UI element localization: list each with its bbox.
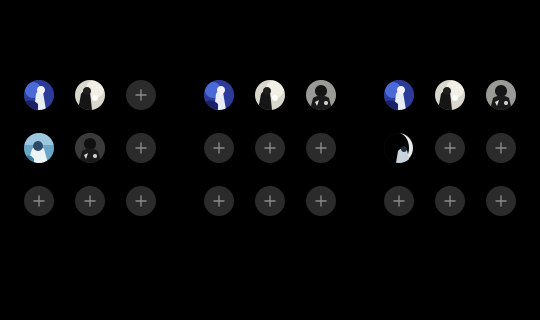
plus-icon	[84, 195, 96, 207]
plus-icon	[495, 142, 507, 154]
avatar-photo-crescent-icon	[384, 133, 414, 163]
add-slot[interactable]	[306, 133, 336, 163]
avatar-photo-slot[interactable]	[255, 80, 285, 110]
avatar-photo-moon-icon	[255, 80, 285, 110]
avatar-photo-blue-icon	[384, 80, 414, 110]
add-slot[interactable]	[435, 133, 465, 163]
add-slot[interactable]	[75, 186, 105, 216]
avatar-photo-dark-icon	[306, 80, 336, 110]
plus-icon	[135, 142, 147, 154]
avatar-photo-blue-icon	[24, 80, 54, 110]
avatar-photo-slot[interactable]	[486, 80, 516, 110]
avatar-photo-slot[interactable]	[306, 80, 336, 110]
add-slot[interactable]	[126, 80, 156, 110]
avatar-photo-dark-icon	[486, 80, 516, 110]
avatar-photo-slot[interactable]	[204, 80, 234, 110]
add-slot[interactable]	[126, 133, 156, 163]
add-slot[interactable]	[24, 186, 54, 216]
add-slot[interactable]	[486, 133, 516, 163]
plus-icon	[213, 195, 225, 207]
avatar-photo-moon-icon	[435, 80, 465, 110]
avatar-photo-slot[interactable]	[24, 80, 54, 110]
add-slot[interactable]	[486, 186, 516, 216]
avatar-photo-dark-icon	[75, 133, 105, 163]
plus-icon	[264, 195, 276, 207]
plus-icon	[444, 195, 456, 207]
plus-icon	[315, 142, 327, 154]
avatar-photo-slot[interactable]	[384, 80, 414, 110]
add-slot[interactable]	[435, 186, 465, 216]
plus-icon	[213, 142, 225, 154]
plus-icon	[264, 142, 276, 154]
avatar-grid-panel-3	[360, 0, 540, 320]
plus-icon	[393, 195, 405, 207]
plus-icon	[444, 142, 456, 154]
avatar-photo-moon-icon	[75, 80, 105, 110]
plus-icon	[135, 89, 147, 101]
avatar-photo-blue-icon	[204, 80, 234, 110]
plus-icon	[495, 195, 507, 207]
add-slot[interactable]	[204, 186, 234, 216]
avatar-photo-sky-icon	[24, 133, 54, 163]
plus-icon	[33, 195, 45, 207]
add-slot[interactable]	[306, 186, 336, 216]
add-slot[interactable]	[255, 133, 285, 163]
avatar-grid-panel-1	[0, 0, 180, 320]
add-slot[interactable]	[384, 186, 414, 216]
avatar-photo-slot[interactable]	[24, 133, 54, 163]
avatar-grid-panel-2	[180, 0, 360, 320]
avatar-photo-slot[interactable]	[435, 80, 465, 110]
add-slot[interactable]	[255, 186, 285, 216]
avatar-photo-slot[interactable]	[75, 133, 105, 163]
add-slot[interactable]	[204, 133, 234, 163]
plus-icon	[135, 195, 147, 207]
avatar-photo-slot[interactable]	[384, 133, 414, 163]
add-slot[interactable]	[126, 186, 156, 216]
plus-icon	[315, 195, 327, 207]
avatar-photo-slot[interactable]	[75, 80, 105, 110]
